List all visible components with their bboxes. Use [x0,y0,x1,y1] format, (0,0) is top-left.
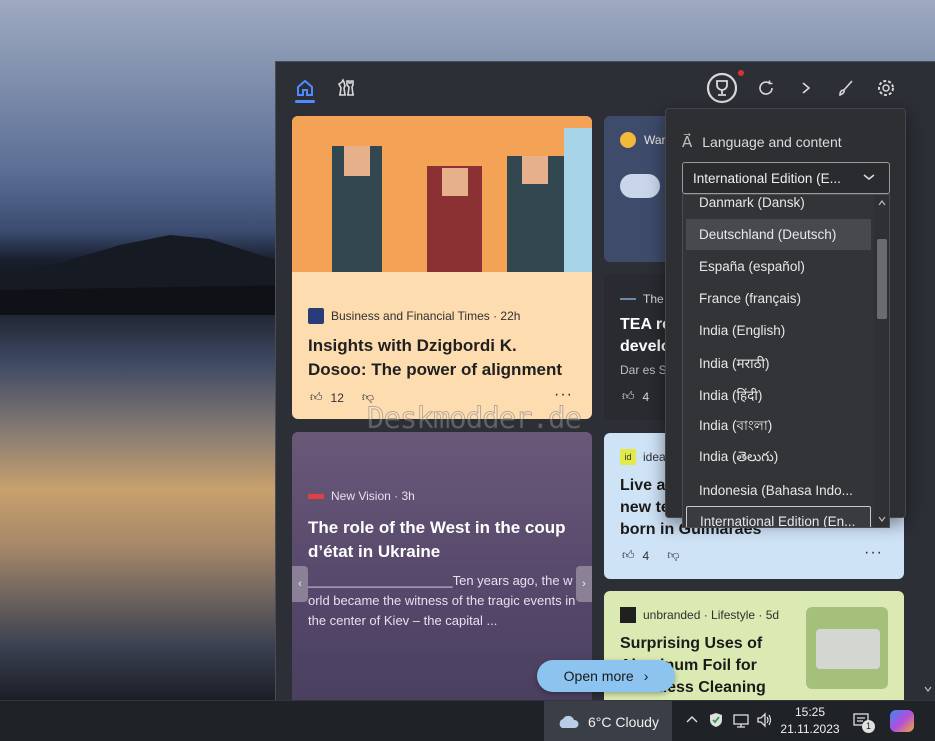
card-source: New Vision · 3h [308,489,415,503]
thumbs-down-icon[interactable]: 👎︎ [362,390,374,405]
card-source: Business and Financial Times · 22h [308,308,520,324]
language-content-panel: A⃗ Language and content International Ed… [665,108,906,528]
chevron-right-icon: › [643,668,649,684]
taskbar-weather[interactable]: 6°C Cloudy [544,701,672,741]
edition-option-selected[interactable]: International Edition (En... [686,506,871,527]
publisher-logo-icon [620,607,636,623]
publisher-logo-icon [308,493,324,499]
thumbs-up-icon[interactable]: 👍︎ [310,390,323,405]
edition-option[interactable]: India (हिंदी) [686,379,871,410]
sun-cloud-icon [620,132,636,148]
weather-header: War [620,132,666,148]
card-snippet: ____________________Ten years ago, the w… [308,573,576,628]
network-icon[interactable] [732,712,750,728]
edition-option[interactable]: India (বাংলা) [686,411,871,442]
edition-option[interactable]: France (français) [686,283,871,314]
trophy-icon[interactable] [706,72,738,104]
card-reactions: 👍︎ 4 👎︎ [622,548,680,563]
language-header: A⃗ Language and content [682,134,842,151]
publisher-logo-icon: id [620,449,636,465]
brush-icon[interactable] [830,72,862,104]
card-source: unbranded · Lifestyle · 5d [620,607,779,623]
gear-icon[interactable] [870,72,902,104]
edition-select[interactable]: International Edition (E... [682,162,890,194]
card-reactions: 👍︎ 12 👎︎ [310,390,375,405]
carousel-next-button[interactable]: › [576,566,592,602]
card-title[interactable]: The role of the West in the coup d’état … [308,516,580,564]
thumbs-down-icon[interactable]: 👎︎ [667,548,679,563]
more-options-icon[interactable]: ··· [554,386,573,404]
scroll-down-icon[interactable] [874,513,890,525]
edition-option[interactable]: India (मराठी) [686,347,871,378]
scroll-up-icon[interactable] [874,197,890,209]
refresh-icon[interactable] [750,72,782,104]
edition-option[interactable]: Indonesia (Bahasa Indo... [686,475,871,506]
notification-dot [738,70,744,76]
scrollbar-thumb[interactable] [877,239,887,319]
edition-option[interactable]: Danmark (Dansk) [686,195,871,218]
thumbs-up-icon[interactable]: 👍︎ [622,548,635,563]
news-card-newvision[interactable]: New Vision · 3h The role of the West in … [292,432,592,700]
chevron-up-icon[interactable] [684,712,700,728]
more-options-icon[interactable]: ··· [864,544,883,562]
listbox-scrollbar[interactable] [874,195,890,527]
mountain-silhouette [0,235,300,315]
edition-option[interactable]: India (English) [686,315,871,346]
publisher-logo-icon [308,308,324,324]
card-image [806,607,888,689]
home-tab-indicator [295,100,315,103]
publisher-logo-icon [620,298,636,300]
thumbs-up-icon[interactable]: 👍︎ [622,389,635,404]
card-title[interactable]: TEA re develo [620,314,671,358]
notification-icon[interactable]: 1 [852,711,875,733]
clock[interactable]: 15:25 21.11.2023 [780,704,840,738]
cloud-icon [620,174,660,198]
board-scrollbar[interactable] [923,112,933,700]
chevron-down-icon [863,174,875,180]
edition-listbox[interactable]: Danmark (Dansk) Deutschland (Deutsch) Es… [682,194,890,528]
widgets-topbar [276,62,935,112]
news-card-business[interactable]: Business and Financial Times · 22h Insig… [292,116,592,419]
translate-icon: A⃗ [682,134,693,151]
shield-icon[interactable] [708,712,724,728]
open-more-button[interactable]: Open more › [537,660,675,692]
chevron-right-icon[interactable] [790,72,822,104]
edition-option[interactable]: India (తెలుగు) [686,443,871,474]
copilot-icon[interactable] [890,710,914,732]
card-reactions: 👍︎ 4 [622,389,650,404]
volume-icon[interactable] [756,712,774,728]
card-image [292,116,592,272]
card-source: id idea [620,449,666,465]
taskbar: 6°C Cloudy 15:25 21.11.2023 1 [0,700,935,741]
edition-option[interactable]: España (español) [686,251,871,282]
edition-option[interactable]: Deutschland (Deutsch) [686,219,871,250]
carousel-prev-button[interactable]: ‹ [292,566,308,602]
chess-icon[interactable] [330,72,362,104]
cloud-icon [559,715,579,728]
card-source: The [620,292,664,306]
notification-count-badge: 1 [862,720,875,733]
card-title[interactable]: Insights with Dzigbordi K. Dosoo: The po… [308,334,578,382]
